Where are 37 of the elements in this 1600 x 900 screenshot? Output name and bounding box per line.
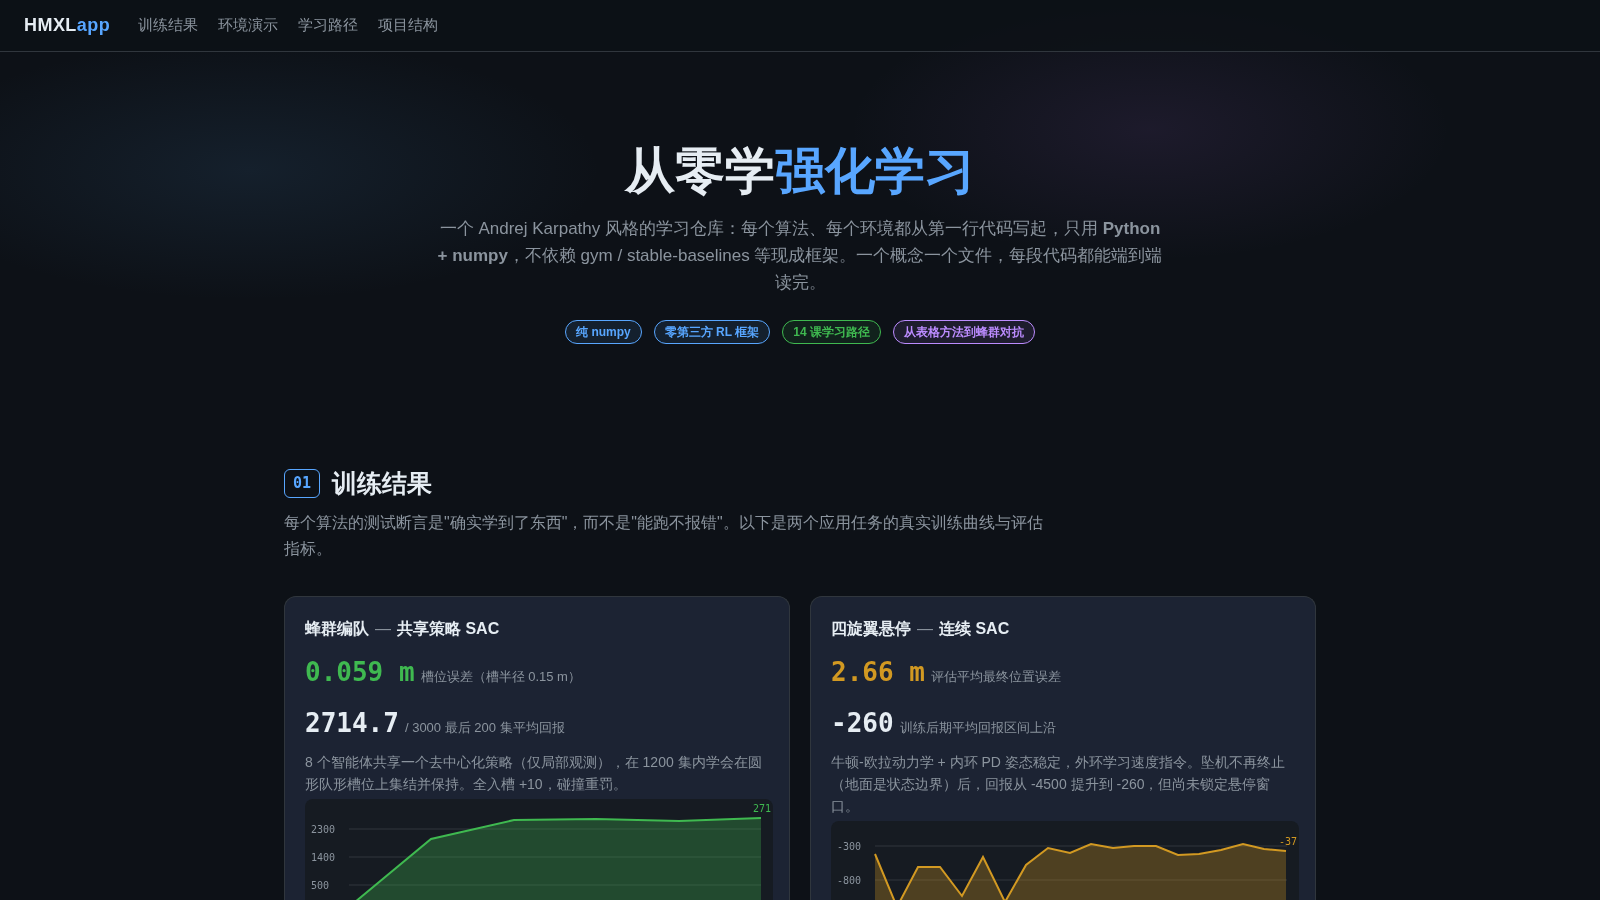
end-value-label: 271 — [752, 803, 771, 814]
tag-badge: 纯 numpy — [565, 319, 642, 344]
end-value-label: -37 — [1278, 836, 1297, 847]
axis-tick-label: -300 — [837, 841, 862, 852]
hero-intro: 一个 Andrej Karpathy 风格的学习仓库：每个算法、每个环境都从第一行代码写起，只用 Python + numpy，不依赖 gym / stable-baselines 等现成框架。一个概念一个文件，每段代码都能端到端读完。 — [436, 217, 1164, 294]
nav-link[interactable]: 项目结构 — [378, 14, 439, 37]
nav-link[interactable]: 学习路径 — [298, 14, 359, 37]
title-separator: — — [917, 619, 933, 639]
hero-title: 从零学强化学习 — [625, 142, 975, 201]
metric-value: 2.66 m — [831, 656, 925, 689]
card-subtitle: 连续 SAC — [939, 619, 1010, 639]
card-title: 四旋翼悬停 — [831, 619, 911, 639]
section-description: 每个算法的测试断言是"确实学到了东西"，而不是"能跑不报错"。以下是两个应用任务的真实训练曲线与评估指标。 — [284, 513, 1044, 559]
tag-badge: 零第三方 RL 框架 — [653, 319, 771, 344]
tag-badge: 14 课学习路径 — [782, 319, 881, 344]
nav-link[interactable]: 训练结果 — [138, 14, 199, 37]
axis-tick-label: 500 — [311, 880, 330, 891]
metric-value: 0.059 m — [305, 656, 415, 689]
metric-note: 评估平均最终位置误差 — [930, 668, 1061, 686]
section-title: 训练结果 — [332, 467, 433, 499]
axis-tick-label: -800 — [837, 875, 862, 886]
tag-badge: 从表格方法到蜂群对抗 — [892, 319, 1035, 344]
score-note: 训练后期平均回报区间上沿 — [899, 719, 1056, 737]
card-title: 蜂群编队 — [305, 619, 369, 639]
card-description: 8 个智能体共享一个去中心化策略（仅局部观测），在 1200 集内学会在圆形队形槽位上集结并保持。全入槽 +10，碰撞重罚。 — [305, 753, 763, 794]
logo[interactable]: HMXLapp — [24, 12, 111, 39]
section-number-badge: 01 — [284, 469, 321, 498]
axis-tick-label: 1400 — [311, 852, 336, 863]
card-subtitle: 共享策略 SAC — [397, 619, 500, 639]
nav-link[interactable]: 环境演示 — [218, 14, 279, 37]
score-note: / 3000 最后 200 集平均回报 — [404, 719, 565, 737]
title-separator: — — [375, 619, 391, 639]
axis-tick-label: 2300 — [311, 824, 336, 835]
score-value: 2714.7 — [305, 707, 399, 740]
metric-note: 槽位误差（槽半径 0.15 m） — [420, 668, 581, 686]
card-description: 牛顿-欧拉动力学 + 内环 PD 姿态稳定，外环学习速度指令。坠机不再终止（地面是状态边界）后，回报从 -4500 提升到 -260，但尚未锁定悬停窗口。 — [831, 753, 1286, 816]
score-value: -260 — [831, 707, 894, 740]
